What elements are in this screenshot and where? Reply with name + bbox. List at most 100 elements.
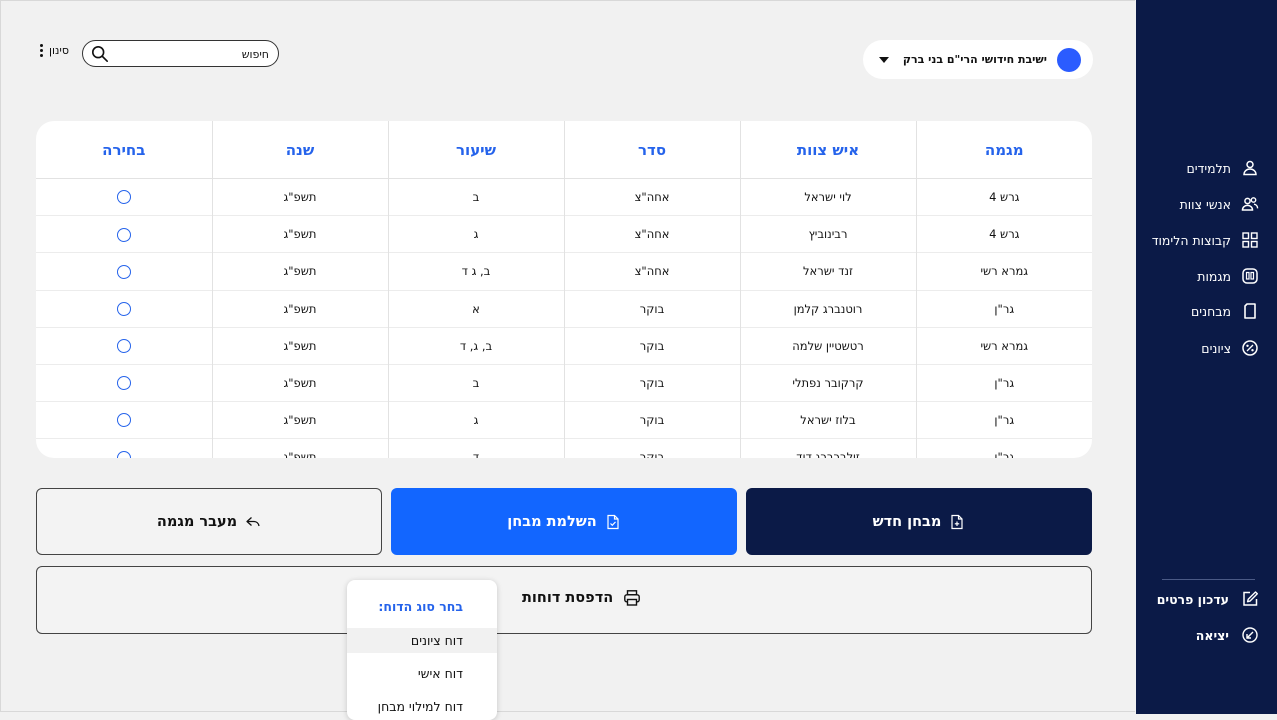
class-cell: ד [387, 438, 564, 458]
sidebar-item-staff[interactable]: אנשי צוות [1180, 189, 1259, 219]
complete-exam-button[interactable]: השלמת מבחן [391, 488, 737, 555]
year-cell: תשפ"ג [211, 401, 388, 439]
class-cell: א [387, 289, 564, 328]
yeshiva-selector[interactable]: ישיבת חידושי הרי"ם בני ברק [863, 40, 1093, 79]
sidebar-item-label: מגמות [1197, 268, 1231, 284]
year-cell: תשפ"ג [211, 326, 388, 365]
sidebar-item-label: תלמידים [1186, 160, 1231, 176]
column-header-class[interactable]: שיעור [387, 121, 564, 179]
filter-button[interactable]: סינון [39, 44, 69, 57]
select-cell [36, 177, 212, 216]
update-details-button[interactable]: עדכון פרטים [1157, 584, 1259, 614]
table-row[interactable]: גר"ן רוטנברג קלמן בוקר א תשפ"ג [36, 289, 1092, 328]
row-select-radio[interactable] [116, 190, 131, 205]
new-exam-label: מבחן חדש [872, 513, 942, 530]
tracks-icon [1242, 268, 1258, 284]
staff-cell: קרקובר נפתלי [739, 363, 916, 402]
report-option-grades[interactable]: דוח ציונים [347, 628, 497, 653]
select-cell [36, 326, 212, 365]
chevron-down-icon[interactable] [878, 56, 889, 63]
session-cell: בוקר [563, 438, 740, 458]
session-cell: אחה"צ [563, 215, 740, 253]
sidebar-item-tracks[interactable]: מגמות [1197, 261, 1259, 291]
track-cell: גר"ן [915, 363, 1092, 402]
sidebar-item-exams[interactable]: מבחנים [1191, 296, 1259, 326]
search-icon[interactable] [91, 45, 109, 63]
table-row[interactable]: גרש 4 לוי ישראל אחה"צ ב תשפ"ג [36, 177, 1092, 216]
session-cell: אחה"צ [563, 252, 740, 291]
row-select-radio[interactable] [116, 413, 131, 428]
class-cell: ב, ג ד [387, 252, 564, 291]
year-cell: תשפ"ג [211, 215, 388, 253]
year-cell: תשפ"ג [211, 252, 388, 291]
sidebar-item-study-groups[interactable]: קבוצות הלימוד [1152, 225, 1259, 255]
row-select-radio[interactable] [116, 227, 131, 242]
yeshiva-name: ישיבת חידושי הרי"ם בני ברק [902, 53, 1047, 66]
staff-cell: זנד ישראל [739, 252, 916, 291]
document-icon [1244, 303, 1256, 319]
table-row[interactable]: גמרא רשי רטשטיין שלמה בוקר ב, ג, ד תשפ"ג [36, 326, 1092, 365]
column-header-select: בחירה [36, 121, 212, 179]
transfer-track-button[interactable]: מעבר מגמה [36, 488, 382, 555]
staff-cell: בלוז ישראל [739, 401, 916, 439]
row-select-radio[interactable] [116, 264, 131, 279]
row-select-radio[interactable] [116, 450, 131, 458]
staff-cell: לוי ישראל [739, 177, 916, 216]
class-cell: ב [387, 177, 564, 216]
people-icon [1241, 197, 1259, 211]
search-box [82, 40, 279, 67]
sidebar-divider [1162, 579, 1255, 580]
report-type-dropdown: בחר סוג הדוח: דוח ציונים דוח אישי דוח למ… [347, 580, 497, 720]
new-exam-button[interactable]: מבחן חדש [746, 488, 1092, 555]
table-row[interactable]: גר"ן קרקובר נפתלי בוקר ב תשפ"ג [36, 363, 1092, 402]
class-cell: ג [387, 401, 564, 439]
update-details-label: עדכון פרטים [1156, 591, 1229, 607]
class-cell: ב, ג, ד [387, 326, 564, 365]
staff-cell: רוטנברג קלמן [739, 289, 916, 328]
column-header-session[interactable]: סדר [563, 121, 740, 179]
select-cell [36, 438, 212, 458]
table-row[interactable]: גר"ן זילברברג דוד בוקר ד תשפ"ג [36, 438, 1092, 458]
report-option-personal[interactable]: דוח אישי [347, 661, 497, 686]
reply-arrow-icon [246, 516, 260, 526]
main-area: ישיבת חידושי הרי"ם בני ברק סינון מגמה אי… [0, 0, 1135, 720]
column-header-year[interactable]: שנה [211, 121, 388, 179]
select-cell [36, 289, 212, 328]
sidebar-item-grades[interactable]: ציונים [1201, 333, 1259, 363]
track-cell: גמרא רשי [915, 326, 1092, 365]
year-cell: תשפ"ג [211, 363, 388, 402]
session-cell: אחה"צ [563, 177, 740, 216]
session-cell: בוקר [563, 363, 740, 402]
column-header-track[interactable]: מגמה [915, 121, 1092, 179]
tracks-table: מגמה איש צוות סדר שיעור שנה בחירה גרש 4ל… [36, 121, 1092, 458]
table-row[interactable]: גר"ן בלוז ישראל בוקר ג תשפ"ג [36, 401, 1092, 439]
logout-label: יציאה [1195, 627, 1229, 643]
filter-label: סינון [49, 44, 69, 57]
staff-cell: זילברברג דוד [739, 438, 916, 458]
logout-icon [1242, 627, 1258, 643]
select-cell [36, 215, 212, 253]
sidebar-item-label: ציונים [1201, 340, 1231, 356]
logout-button[interactable]: יציאה [1196, 620, 1259, 650]
sidebar-item-label: קבוצות הלימוד [1151, 232, 1231, 248]
yeshiva-logo [1057, 47, 1081, 72]
table-header-row: מגמה איש צוות סדר שיעור שנה בחירה [36, 121, 1092, 179]
print-reports-button[interactable]: הדפסת דוחות [36, 566, 1092, 634]
select-cell [36, 252, 212, 291]
select-cell [36, 363, 212, 402]
report-option-exam-form[interactable]: דוח למילוי מבחן [347, 694, 497, 719]
staff-cell: רטשטיין שלמה [739, 326, 916, 365]
column-header-staff[interactable]: איש צוות [739, 121, 916, 179]
table-row[interactable]: גרש 4 רבינוביץ אחה"צ ג תשפ"ג [36, 215, 1092, 253]
sidebar: תלמידים אנשי צוות קבוצות הלימוד מגמות מב… [1136, 0, 1277, 714]
row-select-radio[interactable] [116, 339, 131, 354]
sidebar-item-students[interactable]: תלמידים [1186, 153, 1259, 183]
session-cell: בוקר [563, 326, 740, 365]
search-input[interactable] [115, 43, 271, 66]
percent-icon [1242, 340, 1258, 356]
sidebar-item-label: אנשי צוות [1179, 196, 1231, 212]
row-select-radio[interactable] [116, 301, 131, 316]
complete-exam-label: השלמת מבחן [507, 513, 597, 530]
table-row[interactable]: גמרא רשי זנד ישראל אחה"צ ב, ג ד תשפ"ג [36, 252, 1092, 291]
row-select-radio[interactable] [116, 376, 131, 391]
